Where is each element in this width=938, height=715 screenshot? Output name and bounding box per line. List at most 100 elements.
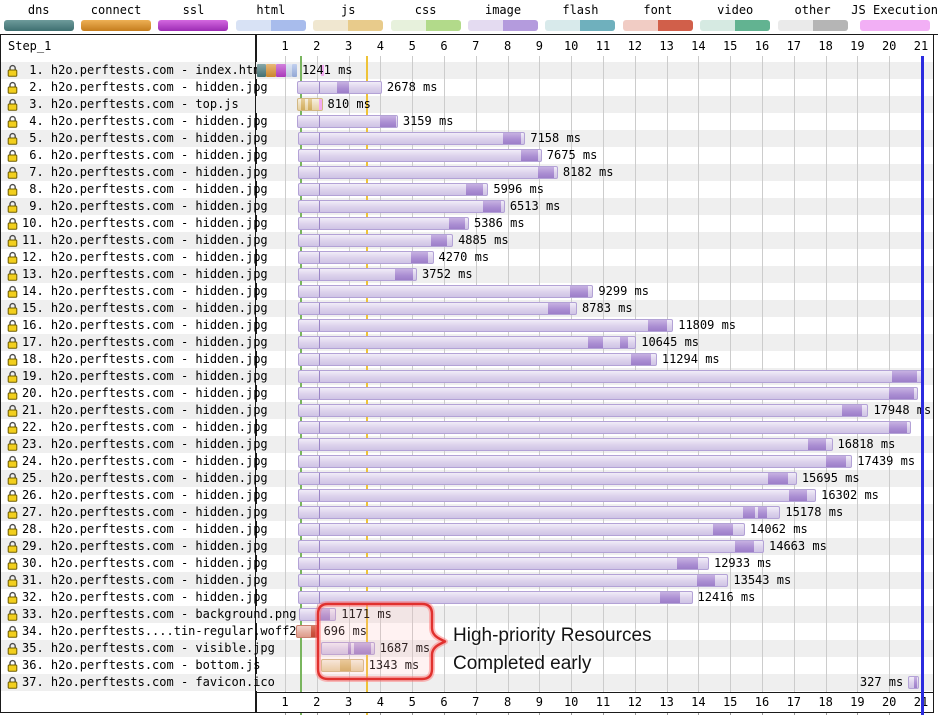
request-bar[interactable] (297, 353, 657, 366)
request-row[interactable]: 3. h2o.perftests.com - top.js (2, 96, 254, 113)
lock-icon (7, 608, 18, 621)
request-bar[interactable] (297, 234, 454, 247)
request-row[interactable]: 4. h2o.perftests.com - hidden.jpg (2, 113, 268, 130)
js-execution-swatch (859, 20, 930, 31)
request-bar[interactable] (297, 183, 489, 196)
gridline (285, 56, 286, 692)
request-row[interactable]: 14. h2o.perftests.com - hidden.jpg (2, 283, 268, 300)
request-row[interactable]: 29. h2o.perftests.com - hidden.jpg (2, 538, 268, 555)
lock-icon (7, 574, 18, 587)
request-row[interactable]: 19. h2o.perftests.com - hidden.jpg (2, 368, 268, 385)
request-bar[interactable] (297, 251, 434, 264)
connect-segment[interactable] (266, 64, 277, 77)
request-bar[interactable] (297, 132, 526, 145)
request-bar[interactable] (296, 98, 323, 111)
request-row[interactable]: 27. h2o.perftests.com - hidden.jpg (2, 504, 268, 521)
request-row[interactable]: 17. h2o.perftests.com - hidden.jpg (2, 334, 268, 351)
request-row[interactable]: 2. h2o.perftests.com - hidden.jpg (2, 79, 268, 96)
request-label: 35. h2o.perftests.com - visible.jpg (22, 641, 275, 655)
request-row[interactable]: 16. h2o.perftests.com - hidden.jpg (2, 317, 268, 334)
table-right-border (933, 34, 934, 713)
request-bar[interactable] (297, 302, 578, 315)
request-row[interactable]: 7. h2o.perftests.com - hidden.jpg (2, 164, 268, 181)
request-row[interactable]: 24. h2o.perftests.com - hidden.jpg (2, 453, 268, 470)
request-row[interactable]: 32. h2o.perftests.com - hidden.jpg (2, 589, 268, 606)
request-bar[interactable] (297, 387, 918, 400)
request-row[interactable]: 10. h2o.perftests.com - hidden.jpg (2, 215, 268, 232)
request-bar[interactable] (297, 166, 558, 179)
request-bar[interactable] (298, 608, 337, 621)
request-row[interactable]: 5. h2o.perftests.com - hidden.jpg (2, 130, 268, 147)
legend-label: html (256, 3, 286, 17)
request-row[interactable]: 18. h2o.perftests.com - hidden.jpg (2, 351, 268, 368)
request-bar[interactable] (297, 421, 912, 434)
request-row[interactable]: 28. h2o.perftests.com - hidden.jpg (2, 521, 268, 538)
request-row[interactable]: 1. h2o.perftests.com - index.html (2, 62, 268, 79)
ssl-segment[interactable] (276, 64, 287, 77)
request-bar[interactable] (297, 370, 925, 383)
request-bar[interactable] (297, 591, 693, 604)
request-row[interactable]: 36. h2o.perftests.com - bottom.js (2, 657, 260, 674)
request-bar[interactable] (297, 285, 594, 298)
request-bar[interactable] (297, 523, 745, 536)
request-bar[interactable] (297, 404, 869, 417)
request-bar[interactable] (297, 472, 797, 485)
duration-label: 5996 ms (493, 182, 544, 196)
request-bar[interactable] (297, 506, 781, 519)
request-bar[interactable] (297, 438, 833, 451)
request-bar[interactable] (297, 489, 817, 502)
content-download-segment (660, 592, 680, 603)
request-row[interactable]: 25. h2o.perftests.com - hidden.jpg (2, 470, 268, 487)
request-bar[interactable] (908, 676, 919, 689)
request-bar[interactable] (297, 557, 709, 570)
request-bar[interactable] (320, 659, 364, 672)
request-bar[interactable] (297, 455, 853, 468)
request-row[interactable]: 21. h2o.perftests.com - hidden.jpg (2, 402, 268, 419)
request-row[interactable]: 23. h2o.perftests.com - hidden.jpg (2, 436, 268, 453)
request-label: 14. h2o.perftests.com - hidden.jpg (22, 284, 268, 298)
html-download-segment[interactable] (292, 64, 298, 77)
request-sent-marker (319, 575, 321, 586)
content-download-segment (502, 133, 521, 144)
request-row[interactable]: 13. h2o.perftests.com - hidden.jpg (2, 266, 268, 283)
request-label: 33. h2o.perftests.com - background.png (22, 607, 297, 621)
request-row[interactable]: 12. h2o.perftests.com - hidden.jpg (2, 249, 268, 266)
request-bar[interactable] (297, 268, 418, 281)
axis-tick-top: 21 (913, 39, 929, 53)
request-row[interactable]: 8. h2o.perftests.com - hidden.jpg (2, 181, 268, 198)
request-bar[interactable] (297, 319, 674, 332)
request-bar[interactable] (297, 115, 398, 128)
request-row[interactable]: 15. h2o.perftests.com - hidden.jpg (2, 300, 268, 317)
request-bar[interactable] (297, 574, 729, 587)
legend-item-dns: dns (0, 0, 77, 33)
request-bar[interactable] (297, 200, 505, 213)
request-sent-marker (319, 337, 321, 348)
request-bar[interactable] (320, 642, 375, 655)
request-row[interactable]: 26. h2o.perftests.com - hidden.jpg (2, 487, 268, 504)
dns-segment[interactable] (257, 64, 267, 77)
request-bar[interactable] (297, 217, 469, 230)
request-row[interactable]: 34. h2o.perftests....tin-regular.woff2 (2, 623, 297, 640)
request-bar[interactable] (297, 540, 764, 553)
request-row[interactable]: 20. h2o.perftests.com - hidden.jpg (2, 385, 268, 402)
request-bar[interactable] (297, 149, 542, 162)
legend-label: image (484, 3, 522, 17)
request-row[interactable]: 35. h2o.perftests.com - visible.jpg (2, 640, 275, 657)
content-download-segment (448, 218, 465, 229)
request-bar[interactable] (296, 625, 319, 638)
duration-label: 17439 ms (857, 454, 916, 468)
content-download-segment (521, 150, 539, 161)
content-download-segment (826, 456, 846, 467)
request-bar[interactable] (296, 81, 382, 94)
request-row[interactable]: 22. h2o.perftests.com - hidden.jpg (2, 419, 268, 436)
request-bar[interactable] (297, 336, 637, 349)
request-row[interactable]: 6. h2o.perftests.com - hidden.jpg (2, 147, 268, 164)
request-row[interactable]: 37. h2o.perftests.com - favicon.ico (2, 674, 275, 691)
request-row[interactable]: 30. h2o.perftests.com - hidden.jpg (2, 555, 268, 572)
request-row[interactable]: 33. h2o.perftests.com - background.png (2, 606, 297, 623)
request-sent-marker (319, 286, 321, 297)
request-row[interactable]: 31. h2o.perftests.com - hidden.jpg (2, 572, 268, 589)
request-label: 27. h2o.perftests.com - hidden.jpg (22, 505, 268, 519)
request-row[interactable]: 11. h2o.perftests.com - hidden.jpg (2, 232, 268, 249)
request-row[interactable]: 9. h2o.perftests.com - hidden.jpg (2, 198, 268, 215)
